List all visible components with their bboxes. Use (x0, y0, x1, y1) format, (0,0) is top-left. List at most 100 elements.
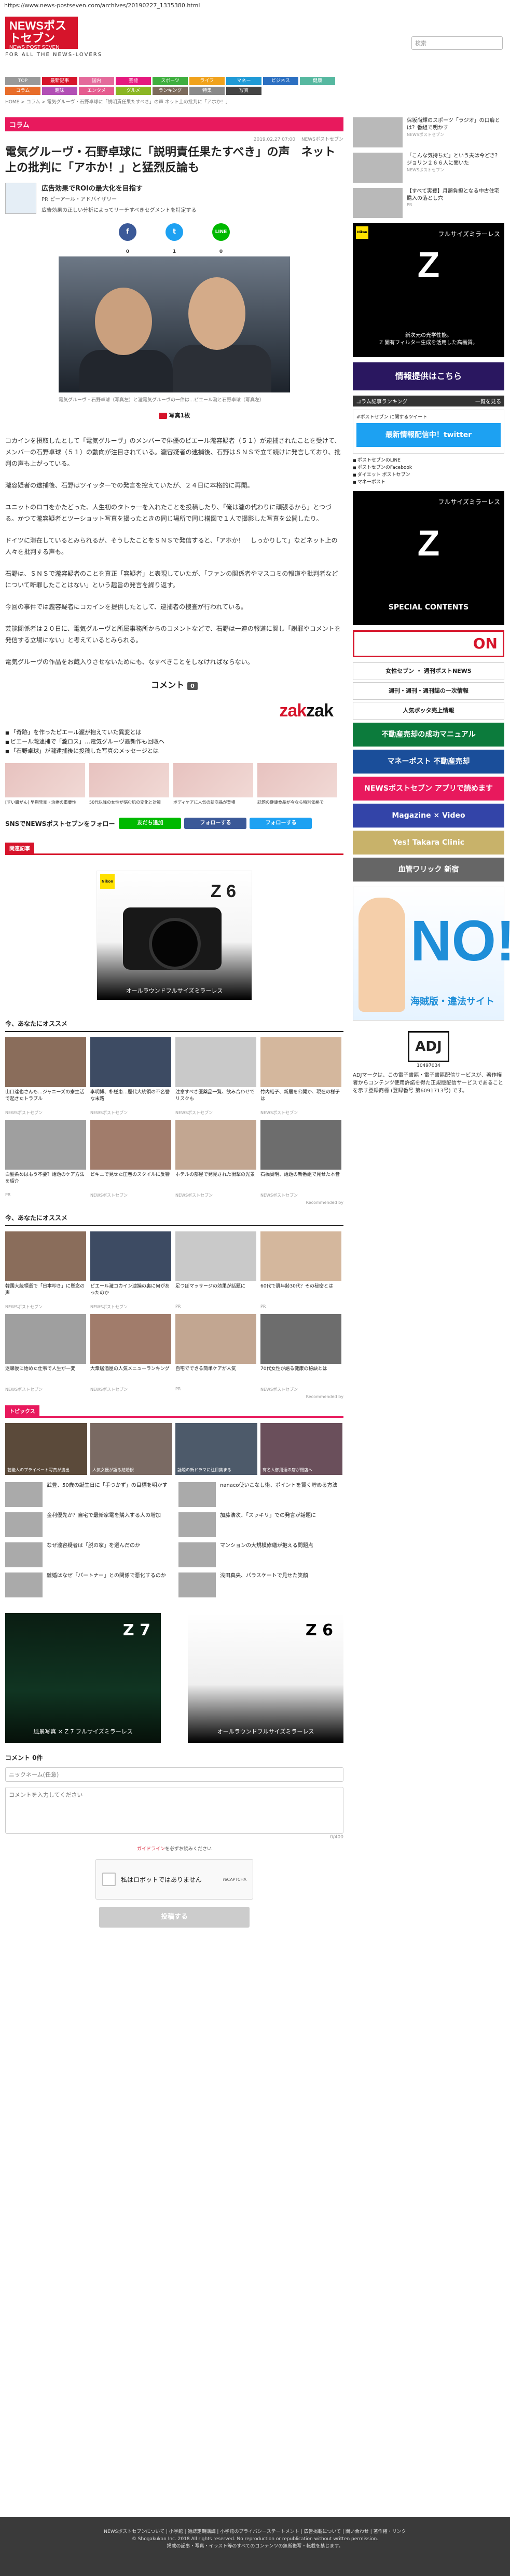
pr-thumb[interactable]: 話題の健康食品が今なら特別価格で (257, 763, 337, 805)
recommend-item[interactable]: ピエール瀧コカイン逮捕の裏に何があったのか NEWSポストセブン (90, 1231, 171, 1310)
small-banner[interactable]: 女性セブン ・ 週刊ポストNEWS (353, 662, 504, 680)
topic-card[interactable]: 有名人御用達の店が閉店へ (260, 1423, 342, 1475)
zakzak-logo[interactable]: zakzak (5, 701, 334, 721)
recommend-item[interactable]: 注意すべき医薬品一覧、飲み合わせでリスクも NEWSポストセブン (175, 1037, 256, 1116)
social-link[interactable]: ダイエット ポストセブン (353, 471, 504, 479)
nikon-z7-sidebar-ad[interactable]: Nikon フルサイズミラーレス Z 新次元の光学性能。 Z 固有フィルター生成を… (353, 223, 504, 357)
nav-item[interactable]: 特集 (189, 87, 225, 95)
guideline-link[interactable]: ガイドライン (137, 1847, 165, 1852)
small-banner[interactable]: 人気ボッタ売上情報 (353, 702, 504, 720)
recommend-item[interactable]: 70代女性が語る健康の秘訣とは NEWSポストセブン (260, 1314, 341, 1392)
social-link[interactable]: マネーポスト (353, 479, 504, 486)
nav-item[interactable]: マネー (226, 77, 261, 85)
recommend-footer[interactable]: Recommended by (5, 1200, 343, 1205)
topic-list-item[interactable]: 武豊、50歳の誕生日に「手つかず」の目標を明かす (5, 1482, 170, 1507)
topic-list-item[interactable]: 浅田真央、パラスケートで見せた笑顔 (178, 1572, 343, 1597)
social-link[interactable]: ポストセブンのFacebook (353, 464, 504, 471)
related-link[interactable]: 「奇跡」を作ったピエール瀧が抱えていた異変とは (5, 728, 343, 737)
nav-item[interactable]: 写真 (226, 87, 261, 95)
nav-item[interactable]: スポーツ (153, 77, 188, 85)
recommend-item[interactable]: 石橋貴明、話題の新番組で見せた本音 NEWSポストセブン (260, 1120, 341, 1198)
recommend-item[interactable]: 大衆居酒屋の人気メニューランキング NEWSポストセブン (90, 1314, 171, 1392)
author-block[interactable]: 広告効果でROIの最大化を目指す PR ピーアール・アドバイザリー 広告効果の正… (5, 183, 343, 214)
topic-card[interactable]: 芸能人のプライベート写真が流出 (5, 1423, 87, 1475)
sidebar-item[interactable]: 「こんな気持ちだ」という夫は今どき？ジョリン２６６人に聞いた NEWSポストセブン (353, 153, 504, 183)
recommend-footer[interactable]: Recommended by (5, 1394, 343, 1399)
nav-item[interactable]: コラム (5, 87, 40, 95)
pr-thumb[interactable]: 50代以降の女性が悩む肌の変化と対策 (89, 763, 169, 805)
recommend-item[interactable]: 退職後に始めた仕事で人生が一変 NEWSポストセブン (5, 1314, 86, 1392)
recommend-item[interactable]: 山口達也さんも…ジャニーズの寮生活で起きたトラブル NEWSポストセブン (5, 1037, 86, 1116)
search-input[interactable]: 検索 (411, 36, 503, 50)
topic-list-item[interactable]: 離婚はなぜ「パートナー」との関係で悪化するのか (5, 1572, 170, 1597)
nav-item[interactable]: ライフ (189, 77, 225, 85)
nav-item[interactable]: 芸能 (116, 77, 151, 85)
article-photo[interactable] (59, 256, 290, 392)
side-banner[interactable]: 血管ワリック 新宿 (353, 858, 504, 882)
nikon-z6-ad[interactable]: Z 6 オールラウンドフルサイズミラーレス (188, 1613, 343, 1743)
recommend-item[interactable]: ビキニで見せた圧巻のスタイルに反響 NEWSポストセブン (90, 1120, 171, 1198)
nav-item[interactable]: グルメ (116, 87, 151, 95)
sidebar-item[interactable]: 保坂尚輝のスポーツ「ラジオ」の口癖とは？番組で明かす NEWSポストセブン (353, 117, 504, 147)
recommend-item[interactable]: 自宅でできる簡単ケアが人気 PR (175, 1314, 256, 1392)
recommend-item[interactable]: 竹内結子、新居を公開か、現在の様子は NEWSポストセブン (260, 1037, 341, 1116)
side-banner[interactable]: NEWSポストセブン アプリで読めます (353, 777, 504, 801)
topic-list-item[interactable]: 金利優先か？自宅で最新家電を購入する人の増加 (5, 1512, 170, 1537)
topic-list-item[interactable]: 加藤浩次、「スッキリ」での発言が話題に (178, 1512, 343, 1537)
small-banner[interactable]: 週刊・週刊・週刊誌の一次情報 (353, 682, 504, 700)
follow-button[interactable]: フォローする (184, 818, 247, 829)
footer-links[interactable]: NEWSポストセブンについて | 小学館 | 雑誌定期購読 | 小学館のプライバ… (0, 2528, 510, 2536)
topic-list-item[interactable]: nanaco使いこなし術、ポイントを賢く貯める方法 (178, 1482, 343, 1507)
nav-item[interactable]: 健康 (300, 77, 335, 85)
submit-button[interactable]: 投稿する (99, 1907, 250, 1928)
line-share-button[interactable]: LINE 0 (212, 223, 230, 254)
recommend-item[interactable]: ホテルの部屋で発見された衝撃の光景 NEWSポストセブン (175, 1120, 256, 1198)
nav-item[interactable]: ランキング (153, 87, 188, 95)
nav-item[interactable]: エンタメ (79, 87, 114, 95)
side-banner[interactable]: マネーポスト 不動産売却 (353, 750, 504, 774)
comment-textarea[interactable] (5, 1787, 343, 1834)
recommend-item[interactable]: 白髪染めはもう不要？話題のケア方法を紹介 PR (5, 1120, 86, 1198)
photo-count-link[interactable]: 写真1枚 (5, 411, 343, 419)
recommend-item[interactable]: 60代で肌年齢30代？その秘密とは PR (260, 1231, 341, 1310)
tip-banner[interactable]: 情報提供はこちら (353, 362, 504, 390)
follow-button[interactable]: 友だち追加 (119, 818, 182, 829)
site-logo[interactable]: NEWSポストセブン NEWS POST SEVEN (5, 17, 78, 50)
topic-list-item[interactable]: マンションの大規模修繕が抱える問題点 (178, 1542, 343, 1567)
nikon-special-ad[interactable]: Z SPECIAL CONTENTS フルサイズミラーレス (353, 491, 504, 625)
nav-item[interactable]: 国内 (79, 77, 114, 85)
recommend-item[interactable]: 足つぼマッサージの効果が話題に PR (175, 1231, 256, 1310)
sidebar-item[interactable]: 【すべて実費】月額負担となる中古住宅購入の落とし穴 PR (353, 188, 504, 218)
recommend-item[interactable]: 李明博、朴槿恵…歴代大統領の不名誉な末路 NEWSポストセブン (90, 1037, 171, 1116)
related-link[interactable]: ピエール瀧逮捕で「瀧ロス」…電気グルーヴ最新作も回収へ (5, 738, 343, 747)
facebook-share-button[interactable]: f0 (119, 223, 136, 254)
ranking-more-link[interactable]: 一覧を見る (475, 397, 501, 405)
social-link[interactable]: ポストセブンのLINE (353, 457, 504, 464)
nav-item[interactable]: 趣味 (42, 87, 77, 95)
url-bar[interactable]: https://www.news-postseven.com/archives/… (0, 0, 510, 11)
author-name[interactable]: 広告効果でROIの最大化を目指す (42, 183, 197, 193)
recommend-item[interactable]: 韓国大統領選で「日本叩き」に懸念の声 NEWSポストセブン (5, 1231, 86, 1310)
pr-thumb[interactable]: ボディケアに人気の新商品が登場 (173, 763, 253, 805)
side-banner[interactable]: 不動産売却の成功マニュアル (353, 723, 504, 747)
nikon-ad[interactable]: Nikon Z 6 オールラウンドフルサイズミラーレス (97, 871, 252, 1000)
comment-header[interactable]: コメント 0 (5, 678, 343, 690)
captcha-checkbox[interactable] (102, 1873, 116, 1886)
related-link[interactable]: 「石野卓球」が瀧逮捕後に投稿した写真のメッセージとは (5, 747, 343, 756)
nav-item[interactable]: ビジネス (263, 77, 298, 85)
anti-piracy-banner[interactable]: NO! 海賊版・違法サイト (353, 887, 510, 1021)
pr-thumb[interactable]: [すい臓がん] 早期発見・治療の重要性 (5, 763, 85, 805)
follow-button[interactable]: フォローする (250, 818, 312, 829)
side-banner[interactable]: Yes! Takara Clinic (353, 831, 504, 855)
nav-item[interactable]: TOP (5, 77, 40, 85)
topic-card[interactable]: 人気女優が語る結婚観 (90, 1423, 172, 1475)
twitter-share-button[interactable]: t1 (166, 223, 183, 254)
on-banner[interactable]: ON (353, 630, 504, 657)
twitter-banner[interactable]: 最新情報配信中！twitter (356, 423, 501, 447)
topic-card[interactable]: 話題の新ドラマに注目集まる (175, 1423, 257, 1475)
nickname-input[interactable] (5, 1767, 343, 1782)
topic-list-item[interactable]: なぜ瀧容疑者は「脱の家」を選んだのか (5, 1542, 170, 1567)
nikon-z7-ad[interactable]: Z 7 風景写真 × Z 7 フルサイズミラーレス (5, 1613, 161, 1743)
side-banner[interactable]: Magazine × Video (353, 804, 504, 828)
nav-item[interactable]: 最新記事 (42, 77, 77, 85)
